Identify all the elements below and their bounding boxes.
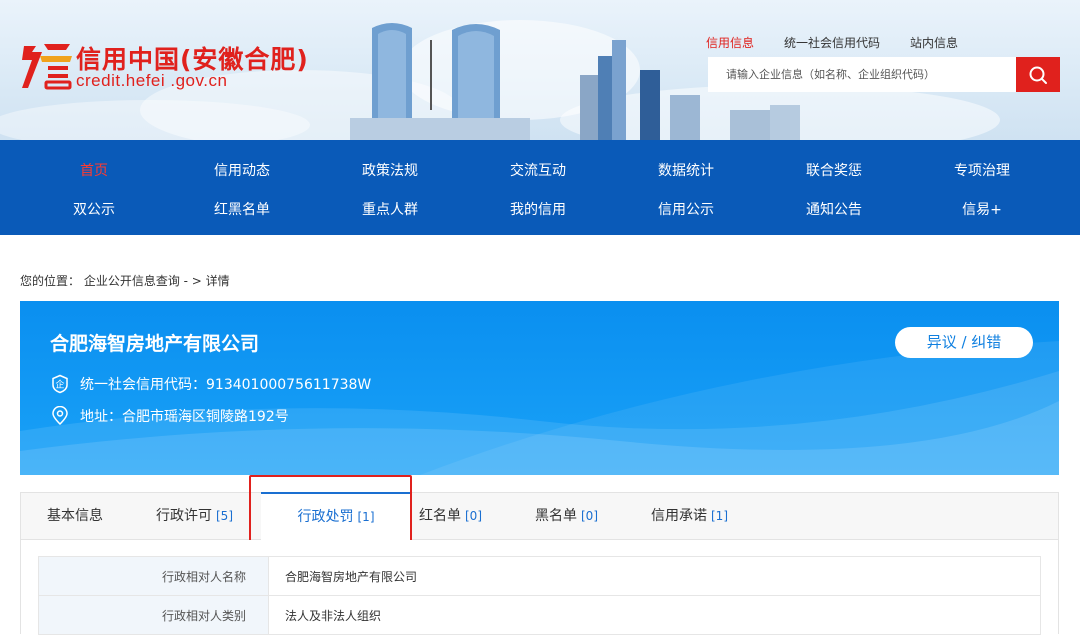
search-box <box>708 57 1060 92</box>
credit-code-text: 统一社会信用代码：91340100075611738W <box>80 377 372 393</box>
nav-item-rewards[interactable]: 联合奖惩 <box>774 160 894 180</box>
objection-correction-button[interactable]: 异议 / 纠错 <box>895 327 1033 358</box>
tab-credit-commitment[interactable]: 信用承诺 [1] <box>651 493 751 539</box>
nav-item-interaction[interactable]: 交流互动 <box>478 160 598 180</box>
company-name: 合肥海智房地产有限公司 <box>50 333 260 355</box>
top-link-credit-info[interactable]: 信用信息 <box>706 34 754 51</box>
top-link-site-info[interactable]: 站内信息 <box>910 34 958 51</box>
site-logo[interactable]: 信用中国(安徽合肥) credit.hefei .gov.cn <box>18 36 308 100</box>
location-icon <box>50 406 70 426</box>
svg-text:企: 企 <box>55 379 64 391</box>
credit-code-icon: 企 <box>50 374 70 394</box>
address-text: 地址：合肥市瑶海区铜陵路192号 <box>80 409 289 425</box>
detail-table: 行政相对人名称 合肥海智房地产有限公司 行政相对人类别 法人及非法人组织 <box>38 556 1041 635</box>
logo-mark-icon <box>22 44 72 90</box>
tab-black-list[interactable]: 黑名单 [0] <box>535 493 615 539</box>
nav-item-red-black-list[interactable]: 红黑名单 <box>182 199 302 219</box>
detail-key: 行政相对人类别 <box>38 595 269 635</box>
main-nav: 首页 信用动态 政策法规 交流互动 数据统计 联合奖惩 专项治理 双公示 红黑名… <box>0 140 1080 235</box>
address-line: 地址：合肥市瑶海区铜陵路192号 <box>50 406 289 426</box>
nav-item-statistics[interactable]: 数据统计 <box>626 160 746 180</box>
search-button[interactable] <box>1016 57 1060 92</box>
company-banner: 合肥海智房地产有限公司 企 统一社会信用代码：91340100075611738… <box>20 301 1059 475</box>
nav-item-credit-publicity[interactable]: 信用公示 <box>626 199 746 219</box>
detail-tabs: 基本信息 行政许可 [5] 行政处罚 [1] 红名单 [0] 黑名单 [0] 信用承诺[… <box>20 492 1059 540</box>
nav-item-notices[interactable]: 通知公告 <box>774 199 894 219</box>
nav-item-governance[interactable]: 专项治理 <box>922 160 1042 180</box>
nav-item-credit-news[interactable]: 信用动态 <box>182 160 302 180</box>
tab-admin-penalty[interactable]: 行政处罚 [1] <box>261 492 411 540</box>
tab-admin-license[interactable]: 行政许可 [5] <box>156 493 256 539</box>
nav-item-xinyi-plus[interactable]: 信易+ <box>922 199 1042 219</box>
tab-red-list[interactable]: 红名单 [0] <box>419 493 499 539</box>
table-row: 行政相对人类别 法人及非法人组织 <box>38 595 1041 635</box>
nav-item-double-public[interactable]: 双公示 <box>34 199 154 219</box>
table-row: 行政相对人名称 合肥海智房地产有限公司 <box>38 556 1041 596</box>
nav-item-home[interactable]: 首页 <box>34 160 154 180</box>
breadcrumb: 您的位置： 企业公开信息查询 - > 详情 <box>20 274 230 288</box>
detail-value: 法人及非法人组织 <box>268 595 1041 635</box>
detail-key: 行政相对人名称 <box>38 556 269 596</box>
search-input[interactable] <box>708 57 1016 92</box>
nav-item-my-credit[interactable]: 我的信用 <box>478 199 598 219</box>
detail-value: 合肥海智房地产有限公司 <box>268 556 1041 596</box>
search-icon <box>1029 66 1047 84</box>
site-url: credit.hefei .gov.cn <box>76 71 228 90</box>
site-header: 信用中国(安徽合肥) credit.hefei .gov.cn 信用信息 统一社… <box>0 0 1080 140</box>
credit-code-line: 企 统一社会信用代码：91340100075611738W <box>50 374 371 394</box>
top-link-credit-code[interactable]: 统一社会信用代码 <box>784 34 880 51</box>
nav-item-key-groups[interactable]: 重点人群 <box>330 199 450 219</box>
tab-basic-info[interactable]: 基本信息 <box>47 493 137 539</box>
nav-item-policy[interactable]: 政策法规 <box>330 160 450 180</box>
